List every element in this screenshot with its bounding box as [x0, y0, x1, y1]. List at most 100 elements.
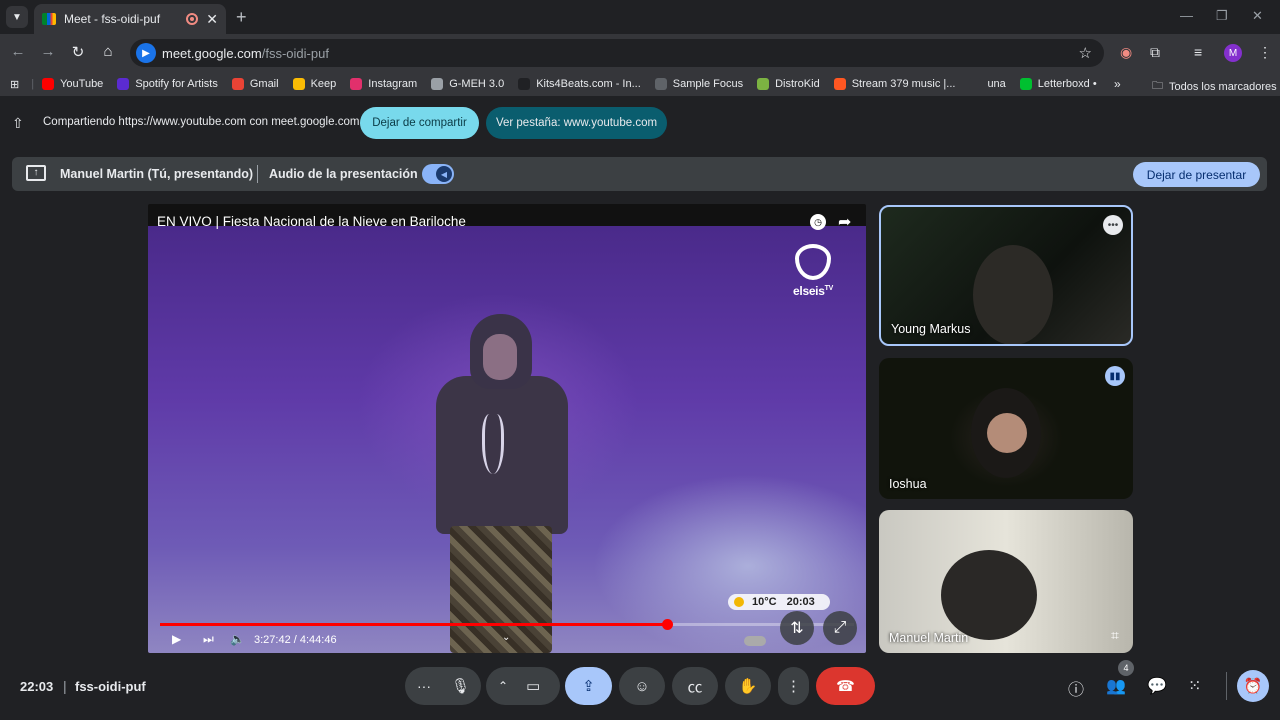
address-bar[interactable]: ▶ meet.google.com/fss-oidi-puf ☆ [130, 39, 1104, 67]
bookmark-item[interactable]: YouTube [42, 78, 103, 90]
bookmark-item[interactable]: Keep [292, 78, 336, 90]
bookmark-item[interactable]: DistroKid [757, 78, 820, 90]
presenter-label: Manuel Martin (Tú, presentando) [60, 167, 254, 181]
chevron-up-icon[interactable]: ⌃ [498, 679, 508, 693]
meet-favicon-icon [42, 13, 56, 25]
participant-tile[interactable]: ▮▮ Ioshua [879, 358, 1133, 499]
bookmark-item[interactable]: una [969, 78, 1006, 90]
participant-video [941, 550, 1037, 640]
bookmark-item[interactable]: Instagram [350, 78, 417, 90]
camera-icon[interactable]: ▭ [526, 677, 540, 695]
all-bookmarks-folder[interactable]: 🗀 Todos los marcadores [1152, 77, 1277, 96]
chevron-down-icon[interactable]: ⌄ [502, 632, 510, 643]
tab-title: Meet - fss-oidi-puf [64, 12, 161, 26]
back-icon[interactable]: ← [8, 43, 28, 60]
swap-view-icon[interactable]: ⇅ [780, 611, 814, 645]
fullscreen-icon[interactable]: ⤢ [823, 611, 857, 645]
microphone-icon[interactable]: 🎙 [451, 677, 470, 695]
home-icon[interactable]: ⌂ [98, 43, 118, 60]
view-shared-tab-button[interactable]: Ver pestaña: www.youtube.com [486, 107, 667, 139]
bookmark-item[interactable]: Letterboxd • [1019, 78, 1097, 90]
record-extension-icon[interactable]: ◉ [1120, 44, 1132, 61]
shared-tab-video[interactable]: EN VIVO | Fiesta Nacional de la Nieve en… [148, 204, 866, 653]
bookmark-favicon-icon [654, 78, 667, 90]
channel-name: elseis [793, 284, 825, 298]
video-progress-bar[interactable] [160, 619, 854, 630]
stop-sharing-button[interactable]: Dejar de compartir [360, 107, 479, 139]
weather-time: 20:03 [786, 596, 815, 608]
volume-icon[interactable]: 🔈 [230, 632, 245, 646]
stop-presenting-button[interactable]: Dejar de presentar [1133, 162, 1260, 187]
bookmark-favicon-icon [350, 78, 363, 90]
play-icon[interactable]: ▶ [172, 632, 181, 646]
autoplay-toggle[interactable] [744, 636, 766, 646]
chat-icon[interactable]: 💬 [1147, 676, 1167, 696]
participant-tile[interactable]: ⌗ Manuel Martin [879, 510, 1133, 653]
bookmark-item[interactable]: Spotify for Artists [117, 78, 218, 90]
share-arrow-icon[interactable]: ➦ [838, 212, 851, 232]
bookmark-item[interactable]: Gmail [231, 78, 279, 90]
more-bookmarks-icon[interactable]: » [1114, 77, 1121, 91]
presenting-divider [257, 165, 258, 183]
raise-hand-button[interactable]: ✋ [725, 667, 771, 705]
next-icon[interactable]: ⏭ [203, 632, 214, 647]
more-options-icon[interactable]: ••• [1103, 215, 1123, 235]
present-now-button[interactable]: ⇪ [565, 667, 612, 705]
participant-name: Ioshua [889, 477, 927, 491]
presentation-audio-toggle[interactable]: ◀ [422, 164, 454, 184]
profile-avatar[interactable]: M [1224, 44, 1242, 62]
captions-icon: ㏄ [687, 678, 703, 696]
video-scrubber-handle[interactable] [661, 619, 673, 630]
more-audio-options-icon[interactable]: ··· [417, 678, 431, 694]
bookmark-star-icon[interactable]: ☆ [1079, 44, 1092, 62]
minimize-icon[interactable]: — [1180, 8, 1193, 23]
meeting-code: fss-oidi-puf [75, 679, 146, 694]
folder-icon: 🗀 [1152, 80, 1163, 92]
video-title[interactable]: EN VIVO | Fiesta Nacional de la Nieve en… [157, 214, 466, 229]
recording-indicator-icon [186, 13, 199, 25]
maximize-icon[interactable]: ❐ [1216, 8, 1228, 24]
media-control-icon[interactable]: ≡ [1194, 44, 1202, 60]
watch-later-icon[interactable]: ◷ [810, 214, 826, 230]
presenting-bar: ↑ Manuel Martin (Tú, presentando) Audio … [12, 157, 1267, 191]
bookmark-item[interactable]: Sample Focus [654, 78, 743, 90]
bookmark-favicon-icon [1019, 78, 1032, 90]
tab-search-button[interactable]: ▼ [6, 6, 28, 28]
channel-logo-mark [795, 244, 831, 280]
bookmark-label: Spotify for Artists [135, 78, 218, 90]
forward-icon[interactable]: → [38, 43, 58, 60]
more-options-button[interactable]: ⋮ [778, 667, 809, 705]
hangup-icon: ☎ [836, 678, 855, 695]
site-camera-icon[interactable]: ▶ [136, 43, 156, 63]
tab-close-icon[interactable]: ✕ [206, 11, 218, 28]
crop-icon[interactable]: ⌗ [1105, 625, 1125, 645]
bookmark-item[interactable]: Kits4Beats.com - In... [518, 78, 641, 90]
bookmark-favicon-icon [969, 78, 982, 90]
bookmark-label: YouTube [60, 78, 104, 90]
browser-tab-meet[interactable]: Meet - fss-oidi-puf ✕ [34, 4, 226, 34]
browser-tab-strip: ▼ Meet - fss-oidi-puf ✕ + — ❐ ✕ [0, 0, 1280, 34]
sun-icon [734, 597, 744, 607]
browser-menu-icon[interactable]: ⋮ [1258, 44, 1272, 61]
video-controls: ▶ ⏭ 🔈 3:27:42 / 4:44:46 ⌄ [148, 630, 866, 653]
bookmark-item[interactable]: G-MEH 3.0 [431, 78, 504, 90]
bookmark-item[interactable]: Stream 379 music |... [833, 78, 955, 90]
host-controls-icon[interactable]: ⏰ [1237, 670, 1269, 702]
window-close-icon[interactable]: ✕ [1252, 8, 1263, 24]
captions-button[interactable]: ㏄ [672, 667, 718, 705]
people-icon[interactable]: 👥 [1106, 676, 1126, 696]
controls-divider [1226, 672, 1227, 700]
meeting-details-icon[interactable]: ⓘ [1068, 676, 1084, 700]
apps-grid-icon[interactable]: ⊞ [10, 78, 19, 91]
leave-call-button[interactable]: ☎ [816, 667, 875, 705]
reload-icon[interactable]: ↻ [68, 43, 88, 61]
activities-grid-icon[interactable]: ⁙ [1188, 676, 1201, 696]
participant-tile[interactable]: ••• Young Markus [879, 205, 1133, 346]
new-tab-button[interactable]: + [236, 7, 247, 28]
participant-name: Young Markus [891, 322, 971, 336]
share-notice-text: Compartiendo https://www.youtube.com con… [43, 116, 360, 128]
concert-video-frame [148, 226, 866, 653]
volume-icon: ◀ [436, 166, 452, 182]
reactions-button[interactable]: ☺ [619, 667, 665, 705]
extensions-icon[interactable]: ⧉ [1150, 44, 1160, 61]
